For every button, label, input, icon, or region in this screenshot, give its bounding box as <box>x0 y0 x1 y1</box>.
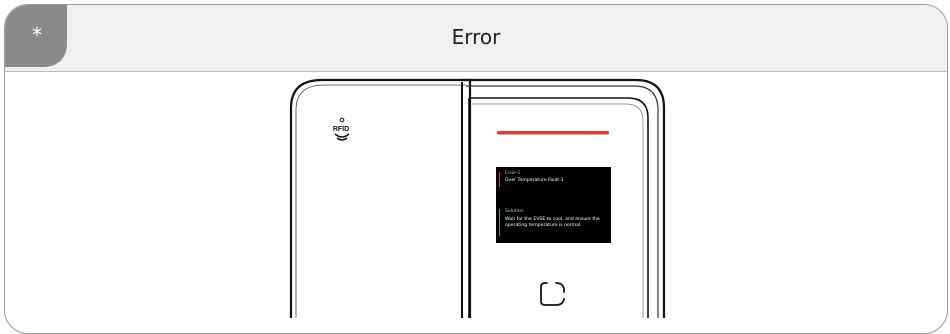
error-accent-bar <box>499 172 500 187</box>
solution-label: Solution <box>505 209 524 214</box>
error-message: Over Temperature Fault-1 <box>505 178 564 183</box>
rfid-label: RFID <box>333 126 349 133</box>
solution-text: Wait for the EVSE to cool, and ensure th… <box>505 217 600 228</box>
charger-illustration: RFID <box>289 78 666 318</box>
charger-display-screen: Error-1 Over Temperature Fault-1 Solutio… <box>496 167 611 243</box>
led-indicator-strip <box>497 131 609 135</box>
error-code-label: Error-1 <box>505 171 521 176</box>
charger-left-housing <box>289 78 472 318</box>
solution-accent-bar <box>499 209 500 236</box>
card-reader-icon <box>540 282 565 306</box>
